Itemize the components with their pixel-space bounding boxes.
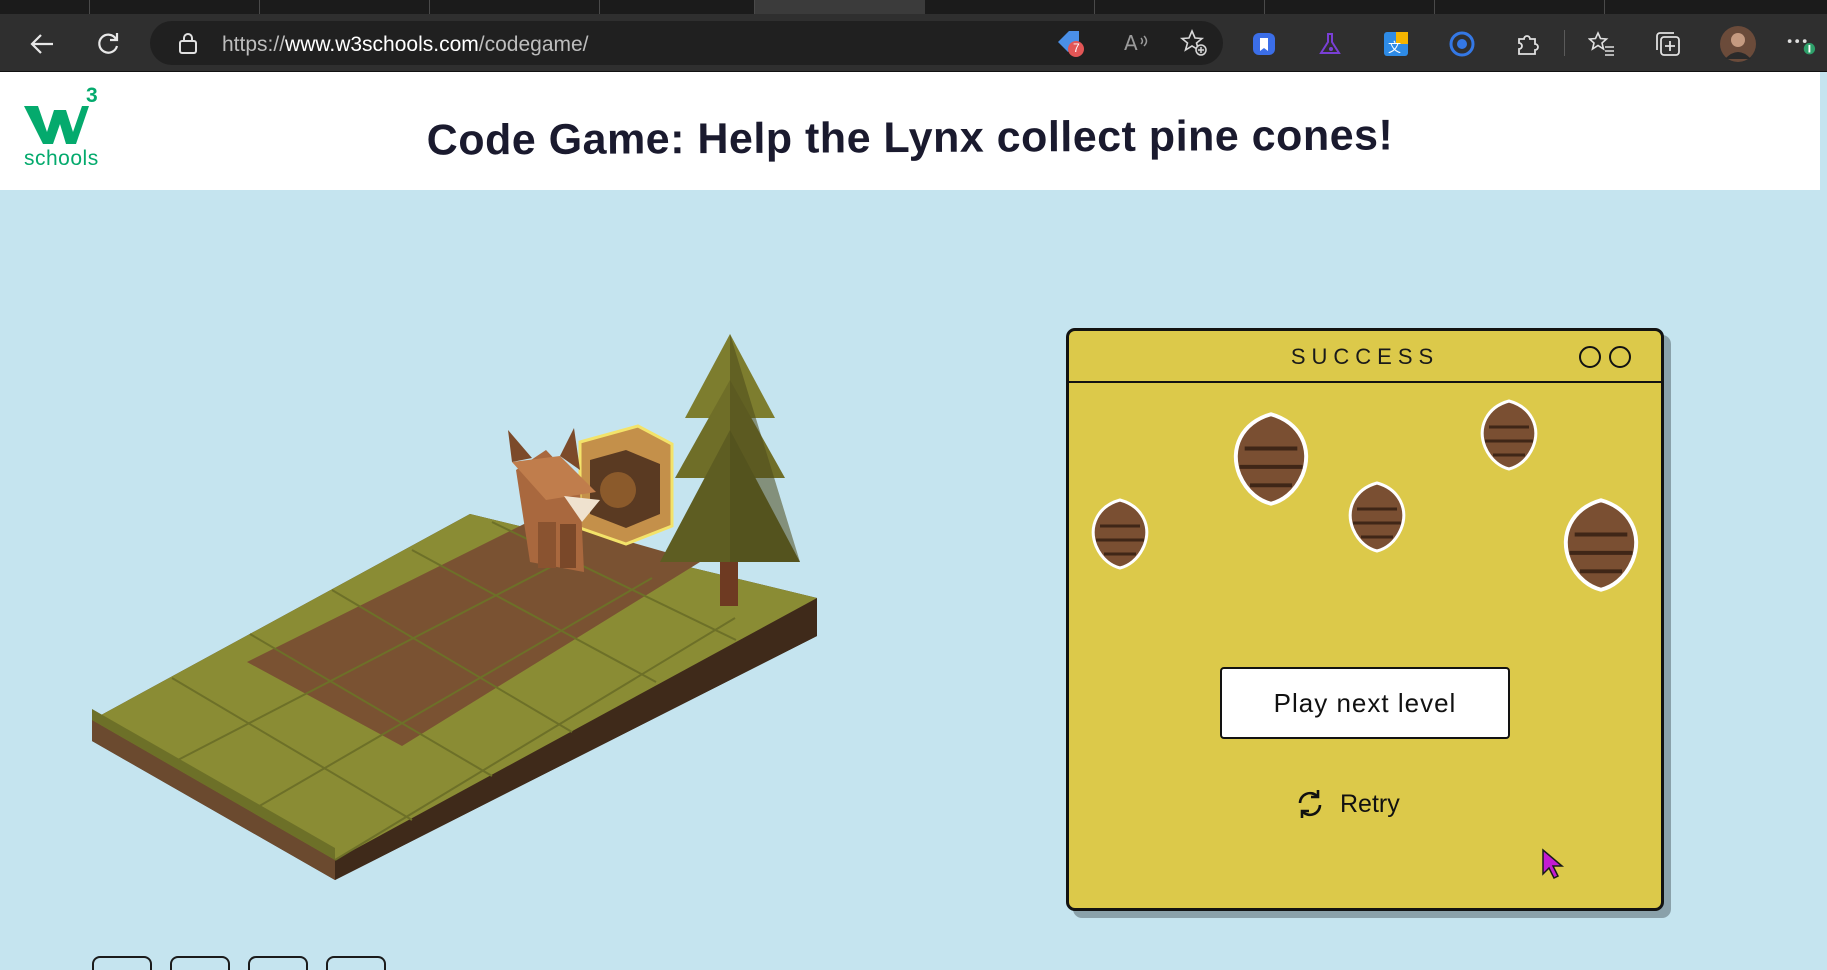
read-aloud-icon: A xyxy=(1124,31,1148,55)
more-dots-icon xyxy=(1787,39,1816,55)
svg-text:A: A xyxy=(1124,31,1138,55)
site-header: 3 schools Code Game: Help the Lynx colle… xyxy=(0,72,1820,190)
avatar-icon xyxy=(1720,26,1756,62)
code-block-button[interactable] xyxy=(248,956,308,970)
game-board xyxy=(92,514,817,880)
translate-icon: 文 xyxy=(1384,32,1408,56)
lock-icon xyxy=(179,33,197,54)
extensions-button[interactable] xyxy=(1512,28,1544,60)
eye-icon xyxy=(1449,31,1475,57)
code-block-button[interactable] xyxy=(92,956,152,970)
tag-icon xyxy=(1058,31,1084,57)
eye-extension-button[interactable] xyxy=(1446,28,1478,60)
code-block-button[interactable] xyxy=(170,956,230,970)
play-next-level-button[interactable]: Play next level xyxy=(1220,667,1510,739)
extension-badge-button[interactable]: 7 xyxy=(1054,27,1086,59)
reload-icon xyxy=(98,33,119,54)
flask-extension-button[interactable] xyxy=(1314,28,1346,60)
window-circle-icon xyxy=(1579,346,1601,368)
browser-tab-strip xyxy=(0,0,1827,14)
favorites-button[interactable] xyxy=(1586,28,1618,60)
url-scheme: https:// xyxy=(222,33,286,56)
pine-cone-icon xyxy=(1091,498,1149,570)
pine-cone-icon xyxy=(1480,399,1538,471)
url-host: www.w3schools.com xyxy=(285,33,479,56)
puzzle-icon xyxy=(1518,35,1539,55)
browser-tab[interactable] xyxy=(1435,0,1605,14)
extension-badge-count: 7 xyxy=(1073,41,1080,55)
browser-tab[interactable] xyxy=(430,0,600,14)
browser-tab[interactable] xyxy=(260,0,430,14)
pine-cone-crate xyxy=(578,424,674,546)
success-title-bar: SUCCESS xyxy=(1069,331,1661,383)
code-block-button[interactable] xyxy=(326,956,386,970)
browser-tab-active[interactable] xyxy=(755,0,925,14)
browser-toolbar: https://www.w3schools.com/codegame/ 7 A … xyxy=(0,14,1827,72)
retry-icon xyxy=(1298,790,1322,818)
collections-icon xyxy=(1656,32,1680,56)
browser-tab[interactable] xyxy=(925,0,1095,14)
star-add-icon xyxy=(1179,28,1207,56)
profile-avatar[interactable] xyxy=(1718,24,1758,64)
browser-tab[interactable] xyxy=(600,0,755,14)
retry-label: Retry xyxy=(1340,789,1400,818)
browser-tab[interactable] xyxy=(0,0,90,14)
favorites-list-icon xyxy=(1588,31,1614,56)
browser-tab[interactable] xyxy=(1265,0,1435,14)
success-title: SUCCESS xyxy=(1290,344,1440,369)
flask-icon xyxy=(1319,33,1341,54)
logo-superscript: 3 xyxy=(86,84,98,107)
retry-button[interactable]: Retry xyxy=(1294,781,1444,827)
bookmark-icon xyxy=(1253,33,1275,55)
reload-button[interactable] xyxy=(88,24,128,64)
pine-cone-icon xyxy=(1563,498,1639,592)
mouse-cursor-icon xyxy=(1542,848,1565,880)
read-aloud-button[interactable]: A xyxy=(1120,27,1152,59)
arrow-left-icon xyxy=(30,34,53,54)
add-favorite-button[interactable] xyxy=(1178,27,1210,59)
page-title: Code Game: Help the Lynx collect pine co… xyxy=(426,111,1394,165)
url-text[interactable]: https://www.w3schools.com/codegame/ xyxy=(222,33,589,57)
success-dialog: SUCCESS Play next level Retry xyxy=(1066,328,1664,911)
pine-cone-icon xyxy=(1348,481,1406,553)
bookmark-extension-button[interactable] xyxy=(1248,28,1280,60)
more-menu-button[interactable] xyxy=(1784,28,1816,60)
window-circle-icon xyxy=(1609,346,1631,368)
translate-extension-button[interactable]: 文 xyxy=(1380,28,1412,60)
address-bar[interactable]: https://www.w3schools.com/codegame/ 7 A xyxy=(150,21,1223,65)
pine-cone-icon xyxy=(1233,412,1309,506)
toolbar-divider xyxy=(1564,30,1565,56)
svg-text:文: 文 xyxy=(1388,41,1401,56)
browser-tab[interactable] xyxy=(1095,0,1265,14)
url-path: /codegame/ xyxy=(478,33,589,56)
game-scene xyxy=(92,334,817,880)
collections-button[interactable] xyxy=(1652,28,1684,60)
browser-tab[interactable] xyxy=(90,0,260,14)
back-button[interactable] xyxy=(22,24,62,64)
